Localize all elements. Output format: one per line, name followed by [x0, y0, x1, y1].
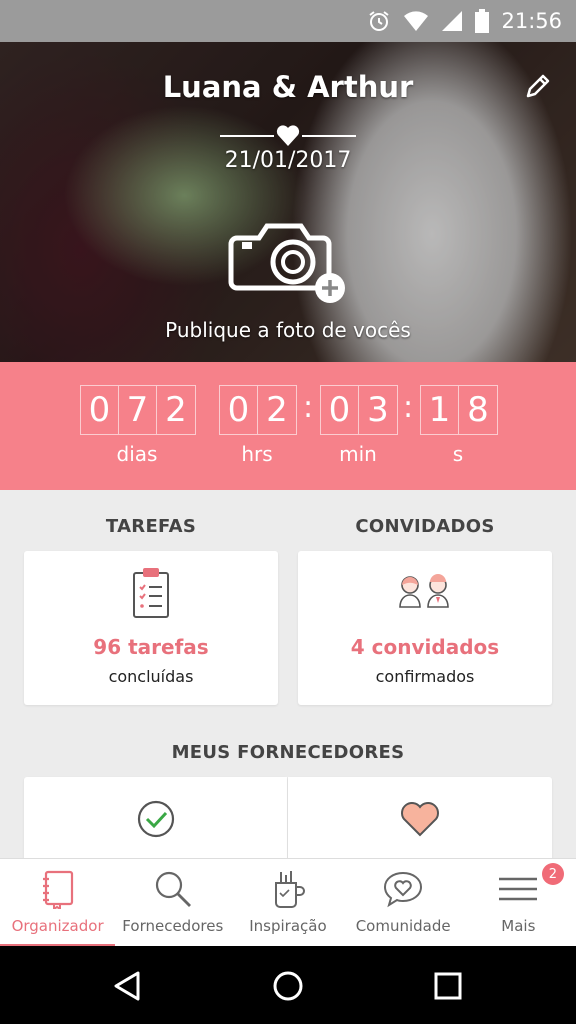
alarm-icon — [369, 11, 390, 31]
chat-heart-icon — [384, 871, 423, 908]
digit: 2 — [165, 390, 187, 430]
recent-apps-icon[interactable] — [434, 972, 462, 1000]
tasks-status: concluídas — [108, 667, 194, 686]
status-bar: 21:56 — [0, 0, 576, 42]
tasks-count: 96 tarefas — [93, 635, 209, 659]
menu-icon — [499, 877, 538, 901]
add-photo-icon[interactable] — [228, 216, 350, 306]
vendors-title: MEUS FORNECEDORES — [171, 742, 405, 763]
tasks-title: TAREFAS — [105, 516, 197, 537]
nav-label: Inspiração — [249, 917, 327, 935]
nav-fornecedores[interactable]: Fornecedores — [115, 859, 230, 947]
nav-label: Mais — [501, 917, 536, 935]
hours-counter: 0 2 — [219, 385, 297, 435]
bottom-navigation: Organizador Fornecedores Inspiração Comu… — [0, 858, 576, 947]
digit: 3 — [367, 390, 389, 430]
favorite-vendors-card[interactable] — [288, 777, 552, 867]
hired-vendors-card[interactable] — [24, 777, 287, 867]
digit: 2 — [266, 390, 288, 430]
battery-icon — [475, 9, 490, 33]
days-label: dias — [116, 442, 158, 466]
check-circle-icon — [137, 800, 174, 838]
tasks-card[interactable]: 96 tarefas concluídas — [24, 551, 278, 705]
signal-icon — [442, 11, 463, 31]
digit: 0 — [81, 386, 119, 434]
digit: 0 — [220, 386, 258, 434]
hours-label: hrs — [241, 442, 273, 466]
pencil-icon[interactable] — [522, 70, 554, 102]
seconds-label: s — [452, 442, 464, 466]
nav-mais[interactable]: 2 Mais — [461, 859, 576, 947]
heart-icon — [276, 125, 300, 146]
guests-card[interactable]: 4 convidados confirmados — [298, 551, 552, 705]
colon-separator: : — [403, 390, 414, 425]
home-icon[interactable] — [272, 970, 304, 1002]
search-icon — [155, 871, 191, 907]
nav-label: Comunidade — [355, 917, 451, 935]
nav-comunidade[interactable]: Comunidade — [346, 859, 461, 947]
nav-organizador[interactable]: Organizador — [0, 859, 116, 947]
nav-label: Organizador — [11, 917, 104, 935]
guests-title: CONVIDADOS — [355, 516, 495, 537]
nav-label: Fornecedores — [122, 917, 224, 935]
digit: 7 — [119, 386, 157, 434]
guests-status: confirmados — [375, 667, 475, 686]
clipboard-icon — [133, 568, 169, 618]
heart-icon — [401, 802, 439, 837]
minutes-counter: 0 3 — [320, 385, 398, 435]
notebook-icon — [42, 870, 73, 909]
guests-icon — [399, 574, 449, 608]
notification-badge: 2 — [541, 863, 564, 885]
digit: 0 — [321, 386, 359, 434]
wedding-date: 21/01/2017 — [224, 148, 352, 173]
digit: 8 — [467, 390, 489, 430]
seconds-counter: 1 8 — [420, 385, 498, 435]
status-time: 21:56 — [501, 9, 562, 33]
system-navigation-bar — [0, 946, 576, 1024]
days-counter: 0 7 2 — [80, 385, 196, 435]
nav-inspiracao[interactable]: Inspiração — [230, 859, 345, 947]
colon-separator: : — [303, 390, 314, 425]
hero-photo[interactable]: Luana & Arthur 21/01/2017 Publique a fot… — [0, 42, 576, 362]
guests-count: 4 convidados — [350, 635, 500, 659]
couple-names: Luana & Arthur — [162, 70, 414, 104]
cup-icon — [274, 871, 305, 908]
photo-caption[interactable]: Publique a foto de vocês — [0, 318, 576, 342]
minutes-label: min — [339, 442, 377, 466]
back-icon[interactable] — [112, 970, 142, 1002]
wifi-icon — [404, 11, 429, 31]
digit: 1 — [421, 386, 459, 434]
countdown: 0 7 2 0 2 : 0 3 : 1 8 dias hrs min s — [0, 362, 576, 490]
